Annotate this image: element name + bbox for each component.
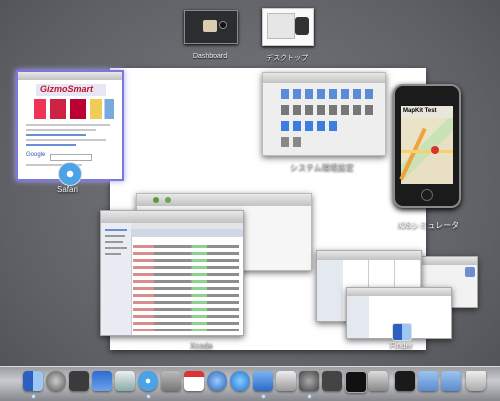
navigator-item (105, 229, 127, 231)
finder-face-icon (392, 323, 412, 341)
ios-screen-title: MapKit Test (403, 108, 437, 114)
dock-instruments-icon[interactable] (276, 371, 296, 391)
ios-simulator-label: iOSシミュレータ (398, 221, 460, 230)
dock-preview-icon[interactable] (115, 371, 135, 391)
safari-text-line (26, 129, 96, 131)
safari-search-field (50, 154, 92, 161)
dock-x11-icon[interactable] (322, 371, 342, 391)
system-preferences-window[interactable] (262, 72, 386, 156)
sysprefs-icon-row (281, 89, 377, 99)
finder-front-sidebar (347, 296, 369, 338)
finder-back-folder-icon (465, 267, 475, 277)
navigator-item (105, 241, 123, 243)
finder-back-toolbar (421, 257, 477, 265)
map-road (401, 150, 453, 153)
xcode-back-toolbar (137, 194, 311, 206)
home-button (421, 189, 433, 201)
desktop-thumb-window (267, 13, 295, 39)
safari-search-label: Google (26, 152, 46, 158)
xcode-label: Xcode (190, 341, 213, 350)
dashboard-widget-dark (219, 21, 227, 29)
desktop-thumb-window (295, 17, 309, 35)
running-indicator-system-prefs (308, 395, 311, 398)
system-preferences-label: システム環境設定 (290, 163, 354, 172)
finder-toolbar (317, 251, 421, 260)
sysprefs-icon-row (281, 105, 377, 115)
dock-ical-icon[interactable] (184, 371, 204, 391)
dock-appstore-icon[interactable] (230, 371, 250, 391)
xcode-window[interactable] (100, 210, 244, 336)
safari-link-line (26, 144, 76, 146)
dock-activity-monitor-icon[interactable] (395, 371, 415, 391)
safari-label: Safari (57, 185, 78, 194)
finder-sidebar (317, 260, 343, 321)
running-indicator-finder (32, 395, 35, 398)
ios-screen: MapKit Test (399, 106, 453, 184)
dock-system-prefs-icon[interactable] (299, 371, 319, 391)
xcode-navigator (101, 223, 132, 335)
dock-mail-icon[interactable] (161, 371, 181, 391)
dock-mission-control-icon[interactable] (92, 371, 112, 391)
navigator-item (105, 253, 121, 255)
safari-text-line (26, 139, 106, 141)
dock-safari-icon[interactable] (138, 371, 158, 391)
safari-site-title: GizmoSmart (40, 84, 94, 94)
navigator-item (105, 235, 125, 237)
dock-trash-icon[interactable] (466, 371, 486, 391)
safari-thumbnails (34, 99, 114, 119)
space-dashboard[interactable] (184, 10, 238, 44)
sysprefs-icon-row (281, 121, 341, 131)
xcode-code-editor (133, 241, 239, 331)
xcode-run-icon (153, 197, 159, 203)
dock-utility-icon[interactable] (368, 371, 388, 391)
dock-dashboard-icon[interactable] (69, 371, 89, 391)
navigator-item (105, 247, 127, 249)
dashboard-widgets-icon (203, 20, 217, 32)
dock-itunes-icon[interactable] (207, 371, 227, 391)
running-indicator-safari (147, 395, 150, 398)
running-indicator-xcode (262, 395, 265, 398)
space-desktop[interactable] (262, 8, 314, 46)
sysprefs-toolbar (263, 73, 385, 83)
safari-compass-icon (58, 162, 82, 186)
map-pin-icon (431, 146, 439, 154)
finder-label: Finder (390, 341, 413, 350)
finder-front-toolbar (347, 288, 451, 296)
xcode-stop-icon (165, 197, 171, 203)
ios-simulator-window[interactable]: MapKit Test (393, 84, 461, 208)
dock-launchpad-icon[interactable] (46, 371, 66, 391)
safari-site-banner: GizmoSmart (36, 84, 106, 96)
safari-toolbar (18, 72, 122, 80)
xcode-toolbar (101, 211, 243, 223)
dock-finder-icon[interactable] (23, 371, 43, 391)
safari-link-line (26, 134, 86, 136)
xcode-tabs (131, 229, 243, 237)
sysprefs-icon-row (281, 137, 305, 147)
space-desktop-label: デスクトップ (266, 55, 308, 62)
dock-xcode-icon[interactable] (253, 371, 273, 391)
dock-folder-icon[interactable] (418, 371, 438, 391)
space-dashboard-label: Dashboard (192, 53, 228, 60)
safari-text-line (26, 124, 110, 126)
dock-terminal-icon[interactable] (345, 371, 367, 393)
dock-downloads-icon[interactable] (441, 371, 461, 391)
